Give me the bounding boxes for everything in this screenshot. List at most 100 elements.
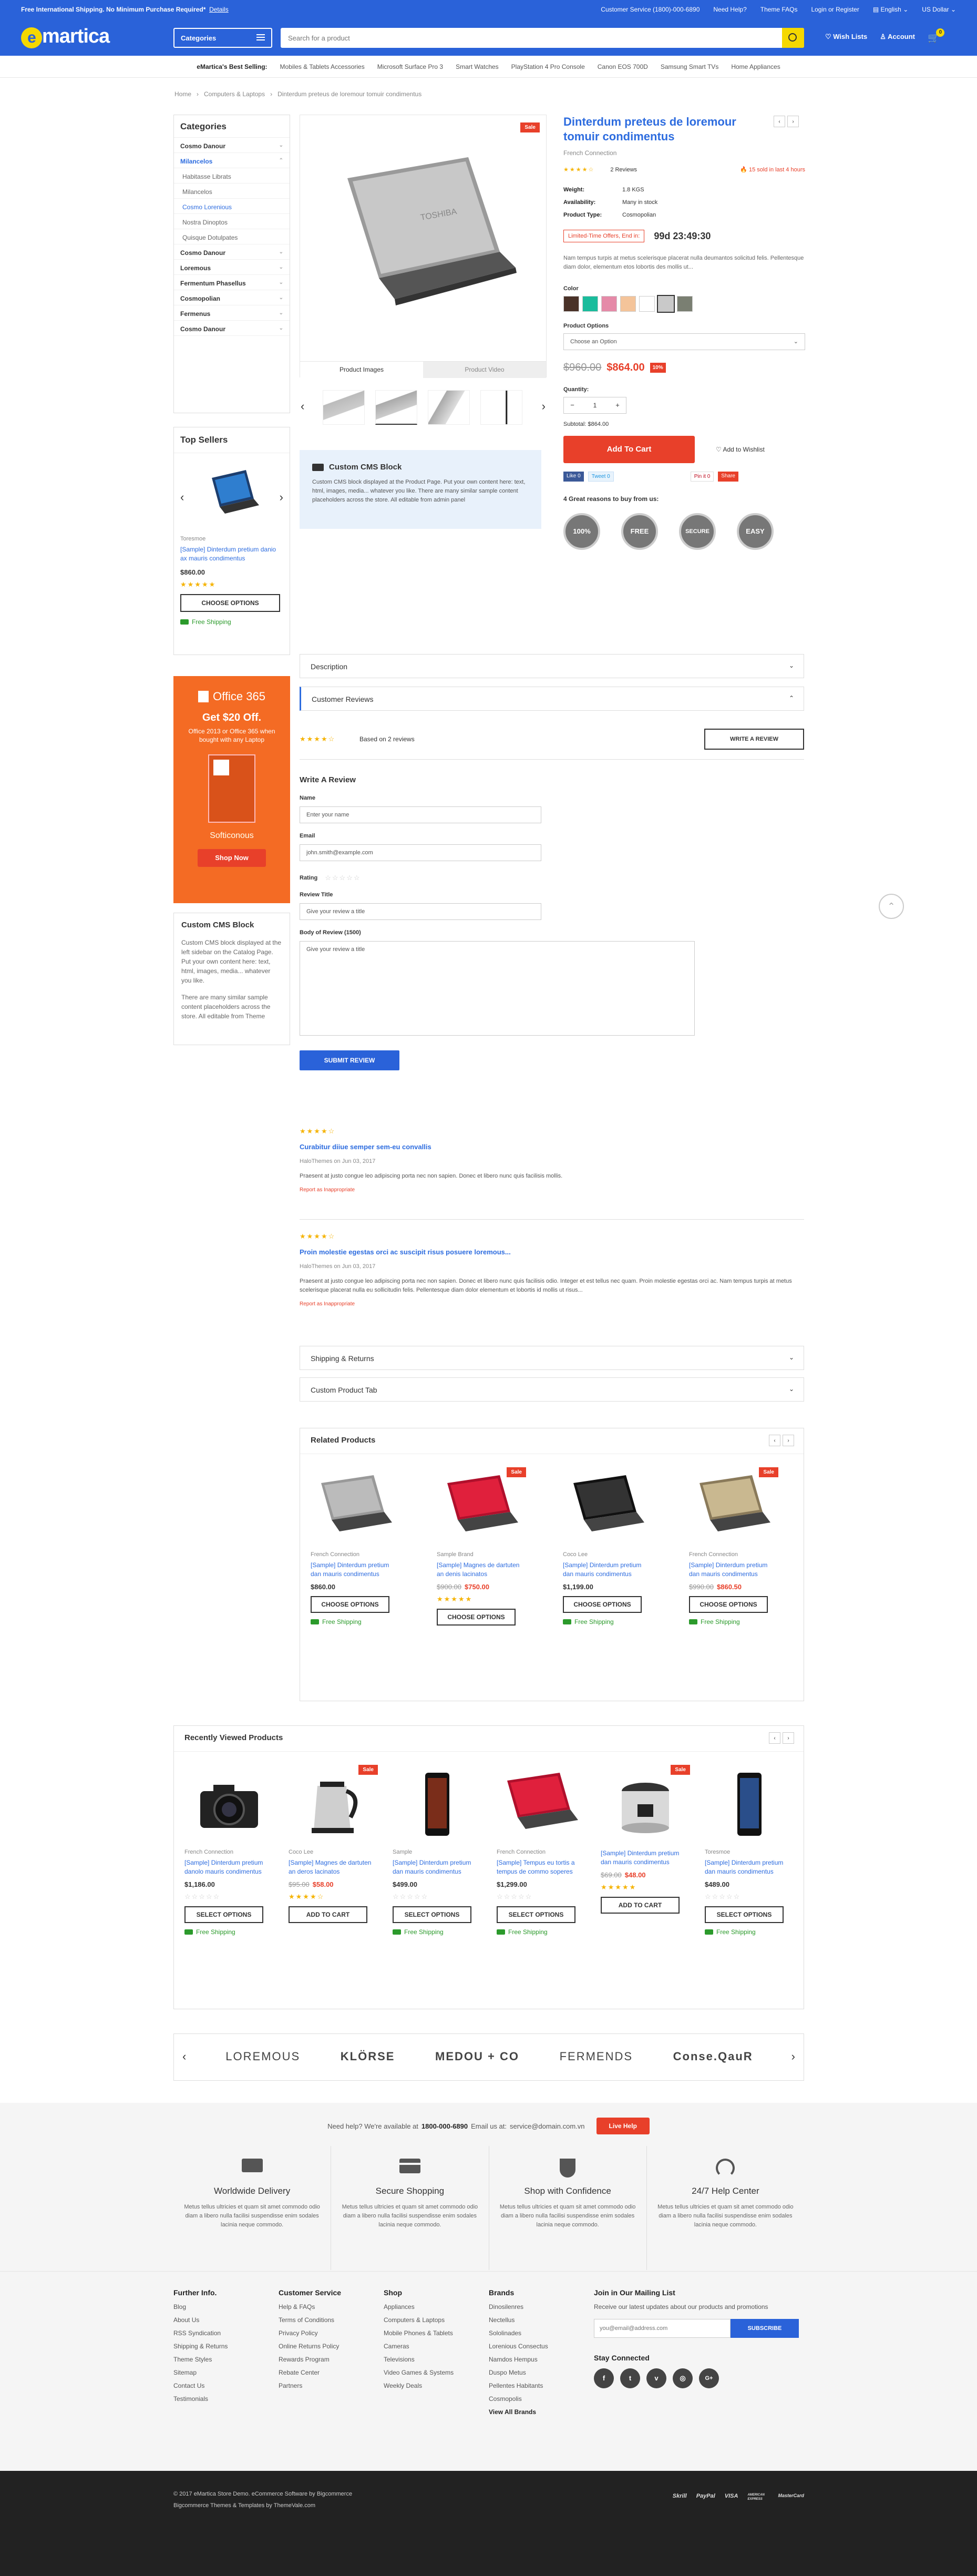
color-swatch[interactable] [563, 296, 579, 312]
qty-value[interactable]: 1 [581, 397, 609, 413]
thumbnail[interactable] [480, 390, 522, 425]
footer-link[interactable]: Televisions [384, 2356, 489, 2363]
scroll-top-button[interactable]: ⌃ [879, 894, 904, 919]
add-to-cart-button[interactable]: Add To Cart [601, 1897, 680, 1914]
add-to-wishlist-link[interactable]: ♡ Add to Wishlist [716, 446, 765, 453]
help-phone[interactable]: 1800-000-6890 [421, 2122, 468, 2130]
help-email[interactable]: service@domain.com.vn [510, 2122, 585, 2130]
product-image[interactable] [311, 1467, 400, 1546]
footer-link[interactable]: About Us [173, 2316, 279, 2324]
footer-link[interactable]: Terms of Conditions [279, 2316, 384, 2324]
need-help-link[interactable]: Need Help? [713, 6, 746, 13]
footer-link[interactable]: Mobile Phones & Tablets [384, 2329, 489, 2337]
customer-service-link[interactable]: Customer Service (1800)-000-6890 [601, 6, 700, 13]
review-body-textarea[interactable]: Give your review a title [300, 941, 695, 1036]
language-select[interactable]: ▤ English ⌄ [873, 6, 908, 13]
product-name[interactable]: [Sample] Dinterdum pretium danolo mauris… [184, 1858, 274, 1876]
best-selling-item[interactable]: Smart Watches [456, 63, 499, 70]
product-name[interactable]: [Sample] Magnes de dartuten an deros lac… [289, 1858, 378, 1876]
sidebar-category-item[interactable]: Cosmopolian ⌄ [174, 290, 290, 305]
next-arrow[interactable]: › [783, 1732, 794, 1744]
product-image[interactable]: Sale [289, 1765, 378, 1844]
reviews-link[interactable]: 2 Reviews [610, 167, 637, 173]
footer-link[interactable]: Sitemap [173, 2369, 279, 2376]
tab-custom[interactable]: Custom Product Tab ⌄ [300, 1377, 804, 1402]
footer-link[interactable]: Theme Styles [173, 2356, 279, 2363]
prev-arrow[interactable]: ‹ [180, 490, 184, 504]
sidebar-category-item[interactable]: Milancelos ⌃ [174, 153, 290, 168]
brand-logo[interactable]: KLÖRSE [341, 2050, 395, 2063]
thumbnail[interactable] [428, 390, 470, 425]
options-button[interactable]: Choose Options [563, 1596, 642, 1613]
product-image[interactable] [563, 1467, 652, 1546]
footer-link[interactable]: Computers & Laptops [384, 2316, 489, 2324]
next-arrow[interactable]: › [791, 2050, 795, 2063]
share-button[interactable]: Share [718, 472, 738, 482]
footer-link[interactable]: Duspo Metus [489, 2369, 594, 2376]
footer-link[interactable]: Rebate Center [279, 2369, 384, 2376]
tab-shipping-returns[interactable]: Shipping & Returns ⌄ [300, 1346, 804, 1370]
footer-link[interactable]: Namdos Hempus [489, 2356, 594, 2363]
search-input[interactable] [281, 28, 775, 48]
footer-link[interactable]: Nectellus [489, 2316, 594, 2324]
next-arrow[interactable]: › [783, 1435, 794, 1446]
options-button[interactable]: Choose Options [437, 1609, 516, 1626]
footer-link[interactable]: Testimonials [173, 2395, 279, 2403]
sidebar-category-item[interactable]: Cosmo Danour ⌄ [174, 138, 290, 153]
footer-link[interactable]: Sololinades [489, 2329, 594, 2337]
product-image[interactable] [184, 1765, 274, 1844]
details-link[interactable]: Details [209, 6, 229, 13]
shop-now-button[interactable]: Shop Now [198, 849, 266, 867]
prev-arrow[interactable]: ‹ [769, 1732, 780, 1744]
brand-logo[interactable]: FERMENDS [560, 2050, 633, 2063]
footer-link[interactable]: Lorenious Consectus [489, 2343, 594, 2350]
product-name[interactable]: [Sample] Dinterdum pretium dan mauris co… [689, 1561, 778, 1579]
footer-link[interactable]: Help & FAQs [279, 2303, 384, 2311]
options-button[interactable]: Select Options [184, 1906, 263, 1923]
footer-link[interactable]: RSS Syndication [173, 2329, 279, 2337]
options-button[interactable]: Choose Options [311, 1596, 389, 1613]
add-to-cart-button[interactable]: Add To Cart [563, 436, 695, 463]
name-field[interactable]: Enter your name [300, 806, 541, 823]
options-button[interactable]: Choose Options [689, 1596, 768, 1613]
sidebar-category-item[interactable]: Loremous ⌄ [174, 260, 290, 275]
color-swatch[interactable] [657, 295, 675, 313]
product-name[interactable]: [Sample] Dinterdum pretium dan mauris co… [393, 1858, 482, 1876]
subscribe-button[interactable]: Subscribe [731, 2319, 799, 2338]
choose-options-button[interactable]: Choose Options [180, 594, 280, 612]
product-name[interactable]: [Sample] Dinterdum pretium dan mauris co… [601, 1849, 690, 1867]
footer-link[interactable]: Weekly Deals [384, 2382, 489, 2389]
footer-link[interactable]: Shipping & Returns [173, 2343, 279, 2350]
thumbnail[interactable] [375, 390, 417, 425]
footer-link[interactable]: Cameras [384, 2343, 489, 2350]
color-swatch[interactable] [620, 296, 636, 312]
footer-link[interactable]: Cosmopolis [489, 2395, 594, 2403]
search-button[interactable] [782, 28, 804, 48]
submit-review-button[interactable]: Submit Review [300, 1050, 399, 1070]
product-name[interactable]: [Sample] Dinterdum pretium dan mauris co… [563, 1561, 652, 1579]
vimeo-icon[interactable]: v [646, 2368, 666, 2388]
twitter-icon[interactable]: t [620, 2368, 640, 2388]
product-image[interactable] [705, 1765, 794, 1844]
qty-minus-button[interactable]: − [564, 397, 581, 413]
tab-product-images[interactable]: Product Images [300, 362, 423, 378]
quantity-stepper[interactable]: − 1 + [563, 397, 626, 414]
wishlist-link[interactable]: ♡ Wish Lists [825, 33, 867, 44]
pinterest-button[interactable]: Pin it 0 [690, 472, 714, 482]
product-image[interactable]: Sale [601, 1765, 690, 1844]
product-name[interactable]: [Sample] Tempus eu tortis a tempus de co… [497, 1858, 586, 1876]
tab-customer-reviews[interactable]: Customer Reviews ⌃ [300, 687, 804, 711]
rating-input[interactable]: ☆☆☆☆☆ [325, 874, 361, 882]
facebook-icon[interactable]: f [594, 2368, 614, 2388]
best-selling-item[interactable]: Canon EOS 700D [598, 63, 648, 70]
footer-link[interactable]: Privacy Policy [279, 2329, 384, 2337]
categories-button[interactable]: Categories [173, 28, 272, 48]
footer-link[interactable]: Video Games & Systems [384, 2369, 489, 2376]
breadcrumb-home[interactable]: Home [174, 90, 191, 98]
sidebar-category-item[interactable]: Cosmo Danour ⌄ [174, 321, 290, 336]
login-register-link[interactable]: Login or Register [811, 6, 859, 13]
sidebar-category-item[interactable]: Quisque Dotulpates [174, 229, 290, 244]
sidebar-category-item[interactable]: Cosmo Lorenious [174, 199, 290, 214]
thumb-prev-arrow[interactable]: ‹ [301, 400, 304, 413]
currency-select[interactable]: US Dollar ⌄ [922, 6, 956, 13]
